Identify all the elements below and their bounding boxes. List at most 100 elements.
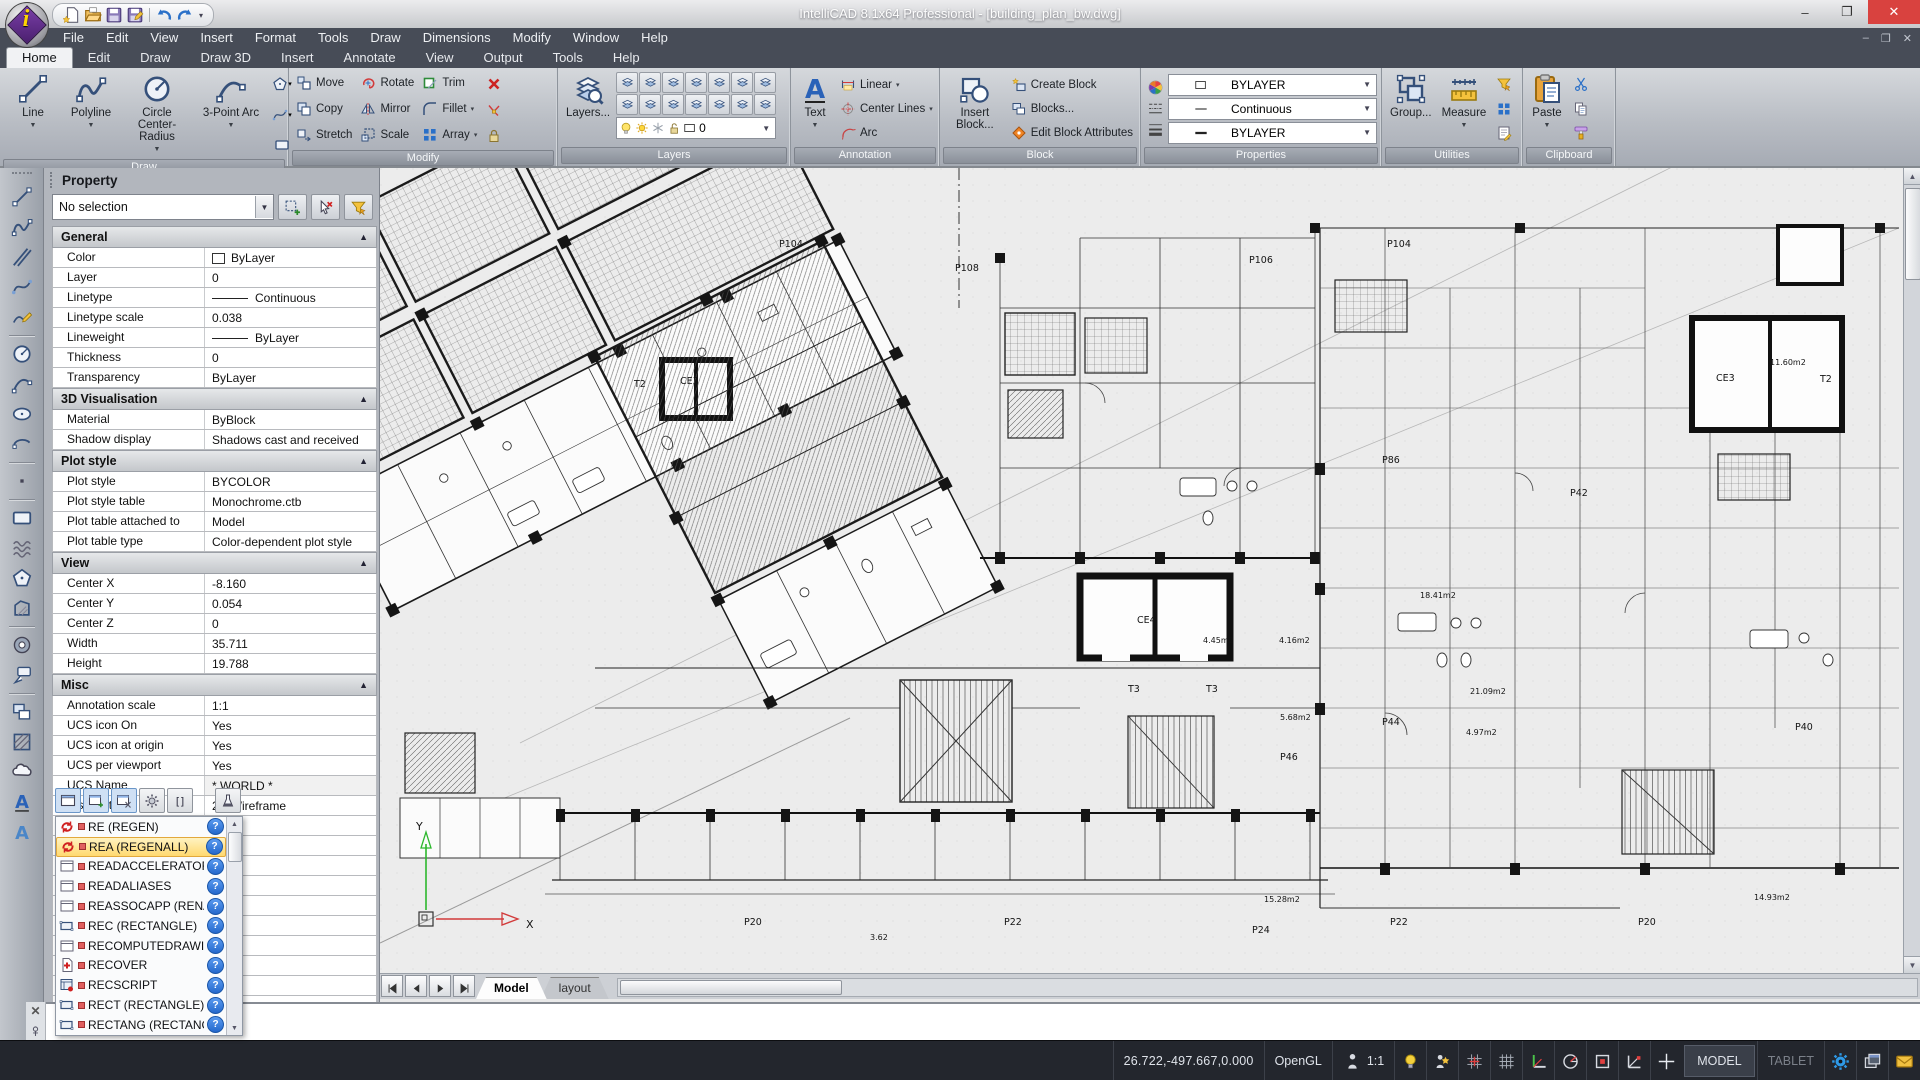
experimental-commands-button[interactable] <box>215 788 241 813</box>
menu-format[interactable]: Format <box>244 28 307 48</box>
command-window-mode-button[interactable] <box>55 788 81 813</box>
workspace-windows-button[interactable] <box>1856 1041 1888 1080</box>
command-line[interactable]: Command: REA <box>46 1002 1920 1040</box>
annotation-autoscale-toggle[interactable] <box>1426 1041 1458 1080</box>
group-label-clipboard[interactable]: Clipboard <box>1526 147 1612 164</box>
layer-tool-5-button[interactable] <box>708 72 730 93</box>
ellipse-tool-button[interactable] <box>9 401 35 427</box>
property-value[interactable]: ByLayer <box>205 248 376 267</box>
text-tool-button[interactable]: A <box>9 789 35 815</box>
annotation-visibility-toggle[interactable] <box>1394 1041 1426 1080</box>
array-button[interactable]: Array▾ <box>419 123 480 147</box>
scroll-down-icon[interactable]: ▼ <box>1904 956 1920 973</box>
annotation-scale-control[interactable]: 1:1 <box>1332 1041 1394 1080</box>
help-button[interactable]: ? <box>207 1016 224 1033</box>
help-button[interactable]: ? <box>207 898 224 915</box>
ribbon-tab-home[interactable]: Home <box>6 47 73 68</box>
group-button[interactable]: Group... <box>1386 71 1436 146</box>
group-label-properties[interactable]: Properties <box>1144 147 1378 164</box>
arc-button[interactable]: Arc <box>837 121 936 145</box>
color-dropdown[interactable]: BYLAYER▼ <box>1168 74 1377 96</box>
grid-toggle[interactable] <box>1490 1041 1522 1080</box>
property-value[interactable]: Model <box>205 512 376 531</box>
layer-tool-11-button[interactable] <box>685 94 707 115</box>
blocks-palette-button[interactable] <box>1493 98 1515 120</box>
help-button[interactable]: ? <box>207 818 224 835</box>
append-mode-button[interactable] <box>83 788 109 813</box>
line-tool-button[interactable] <box>9 184 35 210</box>
calculator-button[interactable] <box>1493 122 1515 144</box>
property-value[interactable]: 19.788 <box>205 654 376 673</box>
menu-window[interactable]: Window <box>562 28 630 48</box>
prev-sheet-button[interactable] <box>405 975 427 997</box>
stretch-button[interactable]: Stretch <box>293 123 355 147</box>
rectangle-tool-button[interactable] <box>9 505 35 531</box>
popup-scroll-down-icon[interactable]: ▼ <box>227 1021 242 1035</box>
select-entities-button[interactable] <box>278 194 307 220</box>
menu-dimensions[interactable]: Dimensions <box>412 28 502 48</box>
property-value[interactable]: Continuous <box>205 288 376 307</box>
group-label-layers[interactable]: Layers <box>561 147 787 164</box>
menu-insert[interactable]: Insert <box>189 28 244 48</box>
leader-tool-button[interactable] <box>9 662 35 688</box>
menu-file[interactable]: File <box>52 28 95 48</box>
property-value[interactable]: ByLayer <box>205 328 376 347</box>
blocks--button[interactable]: Blocks... <box>1008 97 1136 121</box>
point-tool-button[interactable] <box>9 468 35 494</box>
autocomplete-item[interactable]: RE (REGEN)? <box>56 817 226 837</box>
measure-button[interactable]: Measure▼ <box>1438 71 1491 146</box>
format-painter-button[interactable] <box>1570 122 1592 144</box>
quick-select-button[interactable] <box>344 194 373 220</box>
edit-block-attributes-button[interactable]: Edit Block Attributes <box>1008 121 1136 145</box>
section-header-3d-visualisation[interactable]: 3D Visualisation▲ <box>52 388 377 410</box>
drawing-viewport[interactable]: P104P108P106P104P86P42T2CE3CE4T3T3CE3T2P… <box>380 168 1920 973</box>
property-value[interactable]: 0 <box>205 268 376 287</box>
menu-view[interactable]: View <box>139 28 189 48</box>
group-label-block[interactable]: Block <box>943 147 1137 164</box>
layer-tool-4-button[interactable] <box>685 72 707 93</box>
copy-button[interactable]: Copy <box>293 97 355 121</box>
boundary-hatch-tool-button[interactable] <box>9 595 35 621</box>
vertical-scroll-thumb[interactable] <box>1905 188 1920 280</box>
quick-select-button[interactable] <box>1493 73 1515 95</box>
spline-tool-button[interactable] <box>9 274 35 300</box>
autocomplete-item[interactable]: RECT (RECTANGLE)? <box>56 995 226 1015</box>
property-value[interactable]: 35.711 <box>205 634 376 653</box>
group-label-utilities[interactable]: Utilities <box>1385 147 1519 164</box>
help-button[interactable]: ? <box>206 838 223 855</box>
autocomplete-item[interactable]: REC (RECTANGLE)? <box>56 916 226 936</box>
etrack-toggle[interactable] <box>1618 1041 1650 1080</box>
move-button[interactable]: Move <box>293 71 355 95</box>
doc-restore-button[interactable]: ❐ <box>1881 32 1891 45</box>
property-value[interactable]: -8.160 <box>205 574 376 593</box>
center-lines-button[interactable]: Center Lines▾ <box>837 97 936 121</box>
command-close-icon[interactable]: ✕ <box>30 1004 40 1018</box>
mirror-button[interactable]: Mirror <box>357 97 417 121</box>
hatch-tool-button[interactable] <box>9 729 35 755</box>
help-button[interactable]: ? <box>207 917 224 934</box>
property-value[interactable]: Yes <box>205 756 376 775</box>
property-value[interactable]: Shadows cast and received <box>205 430 376 449</box>
autocomplete-item[interactable]: RECOVER? <box>56 956 226 976</box>
linear-button[interactable]: Linear▾ <box>837 73 936 97</box>
explode-button[interactable] <box>483 99 505 121</box>
autocomplete-item[interactable]: RECTANG (RECTANGLE)? <box>56 1015 226 1035</box>
menu-tools[interactable]: Tools <box>307 28 359 48</box>
ribbon-tab-view[interactable]: View <box>411 48 469 68</box>
messages-button[interactable] <box>1888 1041 1920 1080</box>
donut-tool-button[interactable] <box>9 632 35 658</box>
property-value[interactable]: 1:1 <box>205 696 376 715</box>
create-block-button[interactable]: Create Block <box>1008 73 1136 97</box>
autocomplete-item[interactable]: READACCELERATORS? <box>56 857 226 877</box>
line-button[interactable]: Line▼ <box>4 71 62 158</box>
rotate-button[interactable]: Rotate <box>357 71 417 95</box>
sheet-tab-model[interactable]: Model <box>476 977 547 999</box>
clip-mode-button[interactable] <box>111 788 137 813</box>
polyline-button[interactable]: Polyline▼ <box>62 71 120 158</box>
renderer-indicator[interactable]: OpenGL <box>1264 1041 1332 1080</box>
first-sheet-button[interactable] <box>381 975 403 997</box>
property-value[interactable]: ByLayer <box>205 368 376 387</box>
circle-center-radius-button[interactable]: Circle Center-Radius▼ <box>120 71 194 158</box>
restore-button[interactable]: ❐ <box>1826 0 1868 24</box>
property-value[interactable]: Yes <box>205 716 376 735</box>
